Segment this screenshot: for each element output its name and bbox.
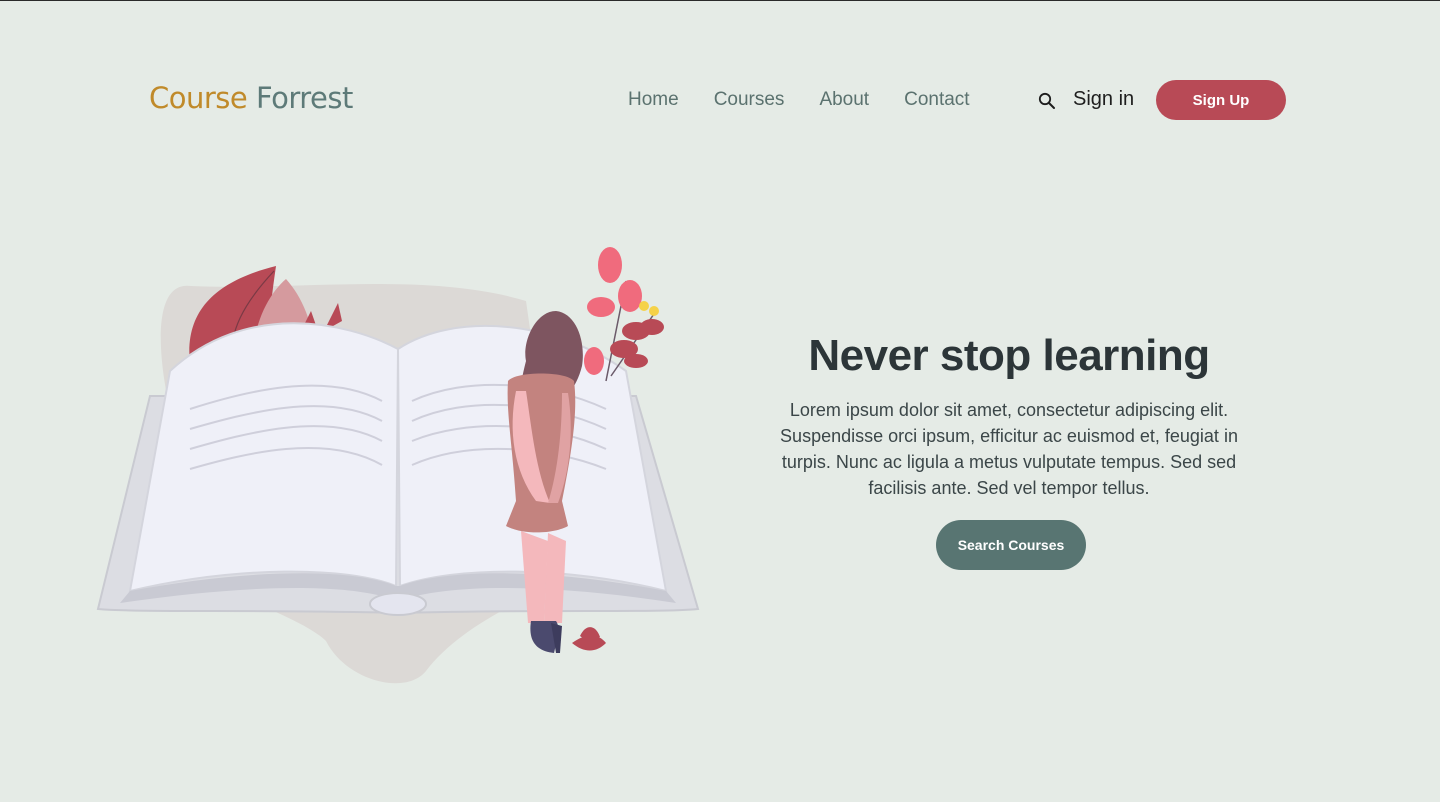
main-nav: Home Courses About Contact (628, 89, 1005, 111)
logo[interactable]: Course Forrest (149, 81, 353, 115)
nav-courses[interactable]: Courses (714, 89, 785, 111)
hero-illustration (96, 247, 700, 684)
site-header: Course Forrest Home Courses About Contac… (0, 1, 1440, 201)
signin-link[interactable]: Sign in (1073, 88, 1134, 111)
hero-description: Lorem ipsum dolor sit amet, consectetur … (780, 400, 1238, 498)
search-icon[interactable] (1038, 92, 1056, 110)
nav-home[interactable]: Home (628, 89, 679, 111)
book-clasp (369, 592, 427, 616)
search-courses-button[interactable]: Search Courses (936, 520, 1086, 570)
hero-title: Never stop learning (808, 331, 1210, 380)
logo-word-course: Course (149, 81, 248, 115)
flower-plant (584, 247, 664, 382)
nav-about[interactable]: About (819, 89, 869, 111)
logo-word-forrest: Forrest (255, 81, 353, 115)
nav-contact[interactable]: Contact (904, 89, 969, 111)
signup-button[interactable]: Sign Up (1156, 80, 1286, 120)
